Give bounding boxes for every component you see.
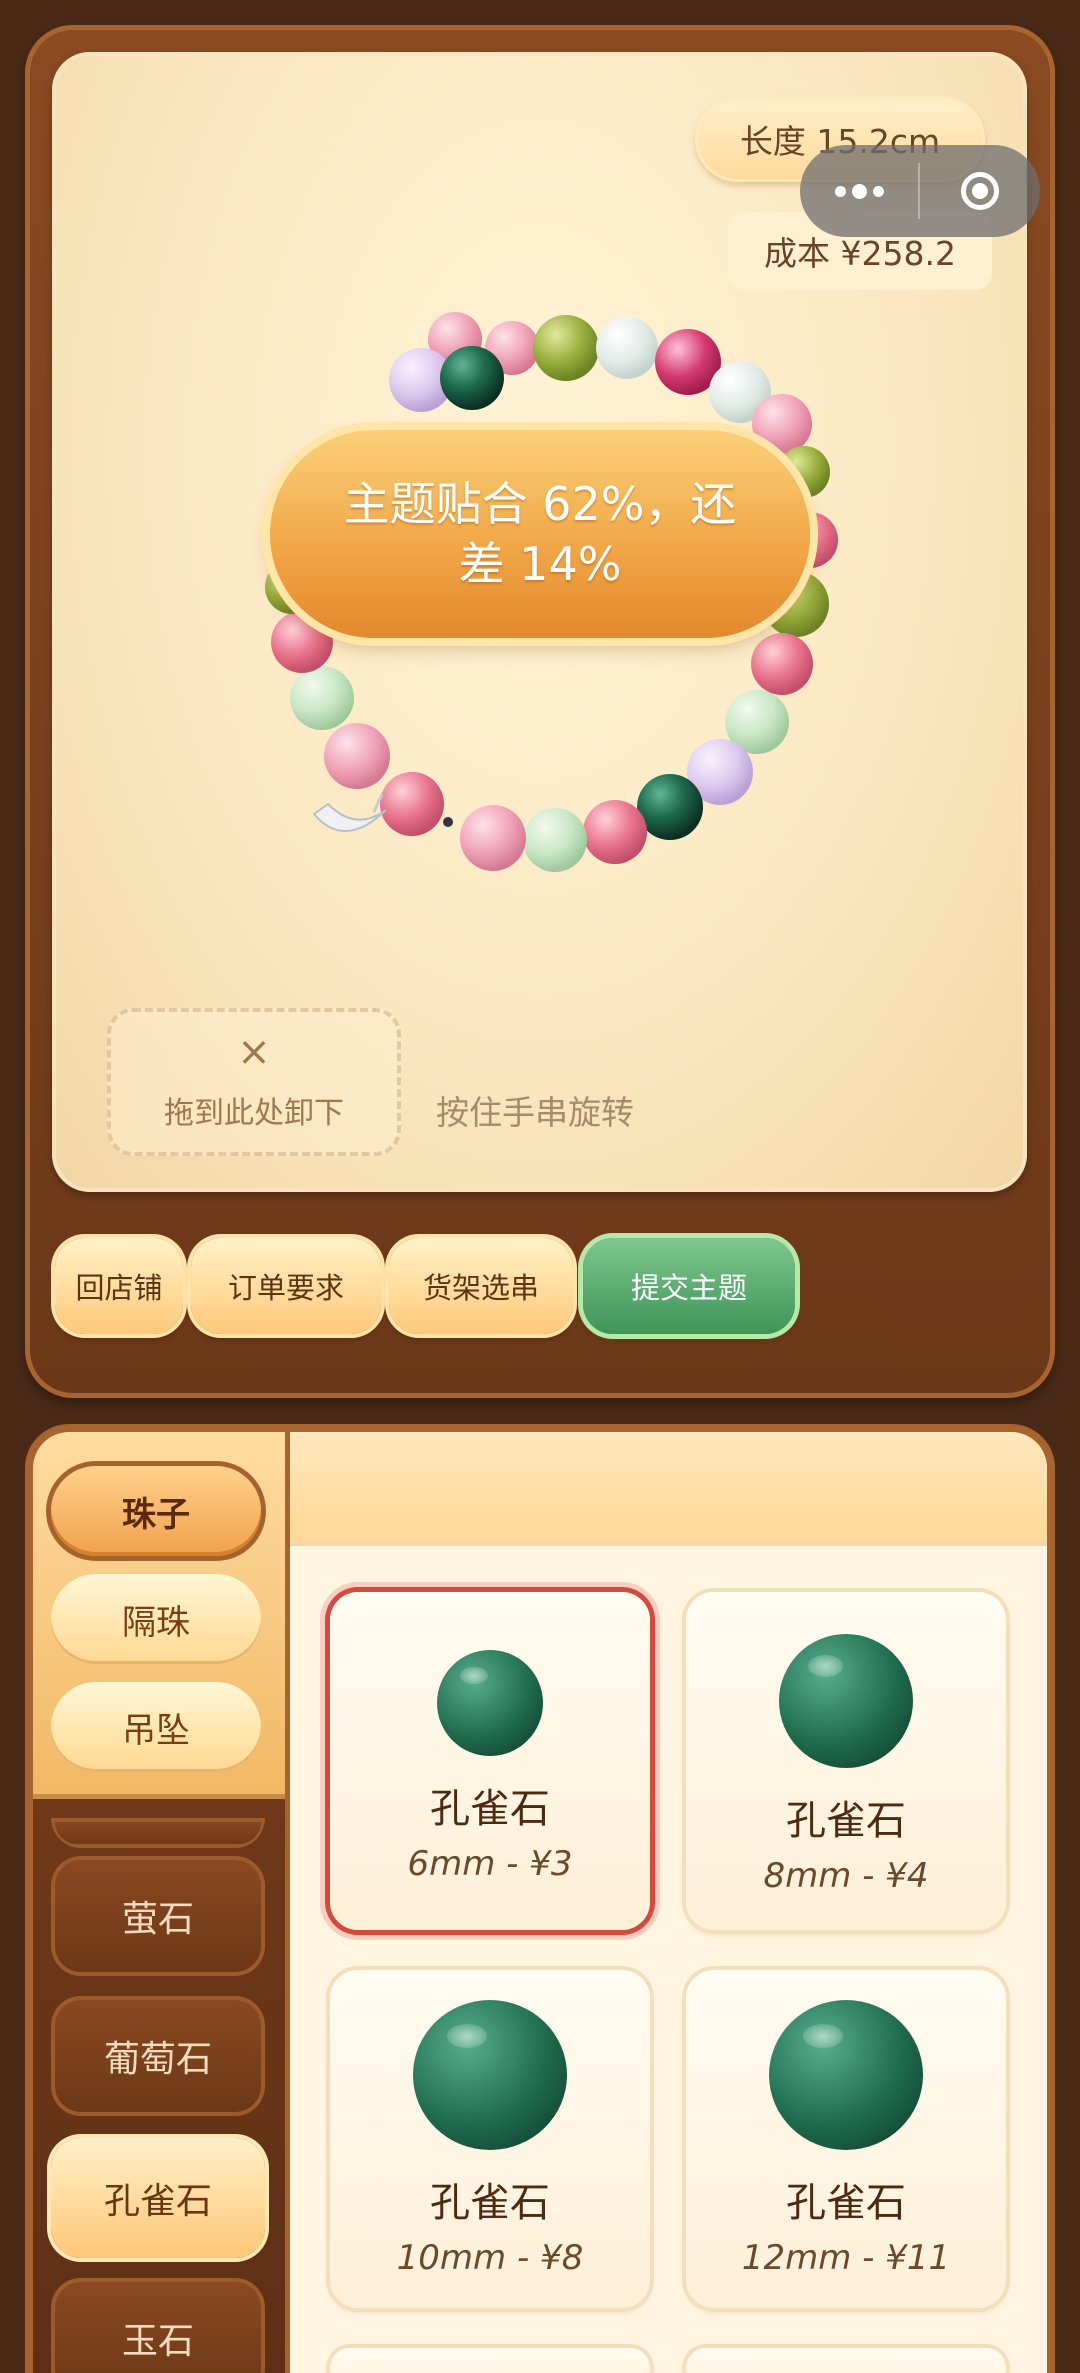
tab-pendants[interactable]: 吊坠	[51, 1682, 261, 1772]
theme-match-banner: 主题贴合 62%，还差 14%	[270, 430, 810, 638]
grid-header	[290, 1432, 1047, 1546]
product-card[interactable]: 孔雀石 12mm - ¥11	[686, 1970, 1006, 2308]
product-card[interactable]: 孔雀石 8mm - ¥4	[686, 1592, 1006, 1930]
product-price: 12mm - ¥11	[741, 2238, 951, 2278]
drop-zone-label: 拖到此处卸下	[164, 1096, 344, 1131]
sidebar-item-fluorite[interactable]: 萤石	[51, 1856, 265, 1976]
sidebar-item-malachite[interactable]: 孔雀石	[51, 2138, 265, 2258]
malachite-bead-icon	[779, 1634, 913, 1768]
product-card-partial[interactable]	[686, 2348, 1006, 2373]
product-price: 10mm - ¥8	[396, 2238, 584, 2278]
sidebar-item-prehnite[interactable]: 葡萄石	[51, 1996, 265, 2116]
rotate-hint: 按住手串旋转	[436, 1093, 634, 1132]
product-card[interactable]: 孔雀石 10mm - ¥8	[330, 1970, 650, 2308]
product-name: 孔雀石	[430, 2180, 550, 2226]
submit-theme-button[interactable]: 提交主题	[583, 1238, 795, 1334]
shelf-pick-button[interactable]: 货架选串	[389, 1238, 573, 1334]
material-panel: 珠子 隔珠 吊坠 萤石 葡萄石 孔雀石 玉石 孔雀石 6mm - ¥3 孔雀石 …	[25, 1424, 1055, 2373]
order-requirements-button[interactable]: 订单要求	[191, 1238, 381, 1334]
target-circle-icon[interactable]	[920, 145, 1040, 237]
product-grid: 孔雀石 6mm - ¥3 孔雀石 8mm - ¥4 孔雀石 10mm - ¥8 …	[290, 1432, 1047, 2373]
tab-beads[interactable]: 珠子	[51, 1466, 261, 1556]
tab-spacers[interactable]: 隔珠	[51, 1574, 261, 1664]
product-card-partial[interactable]	[330, 2348, 650, 2373]
malachite-bead-icon	[413, 2000, 567, 2150]
more-dots-icon[interactable]	[800, 145, 918, 237]
product-price: 6mm - ¥3	[407, 1844, 573, 1884]
malachite-bead-icon	[769, 2000, 923, 2150]
product-name: 孔雀石	[430, 1786, 550, 1832]
miniprogram-capsule	[800, 145, 1040, 237]
product-card[interactable]: 孔雀石 6mm - ¥3	[330, 1592, 650, 1930]
sidebar-item-hidden	[51, 1818, 265, 1848]
type-tabs: 珠子 隔珠 吊坠	[33, 1432, 285, 1799]
product-name: 孔雀石	[786, 2180, 906, 2226]
sidebar-item-jade[interactable]: 玉石	[51, 2278, 265, 2373]
close-x-icon: ×	[237, 1029, 271, 1075]
category-sidebar: 珠子 隔珠 吊坠 萤石 葡萄石 孔雀石 玉石	[33, 1432, 285, 2373]
product-price: 8mm - ¥4	[763, 1856, 929, 1896]
product-name: 孔雀石	[786, 1798, 906, 1844]
malachite-bead-icon	[437, 1650, 543, 1756]
unload-drop-zone[interactable]: × 拖到此处卸下	[107, 1008, 401, 1156]
back-to-shop-button[interactable]: 回店铺	[55, 1238, 183, 1334]
